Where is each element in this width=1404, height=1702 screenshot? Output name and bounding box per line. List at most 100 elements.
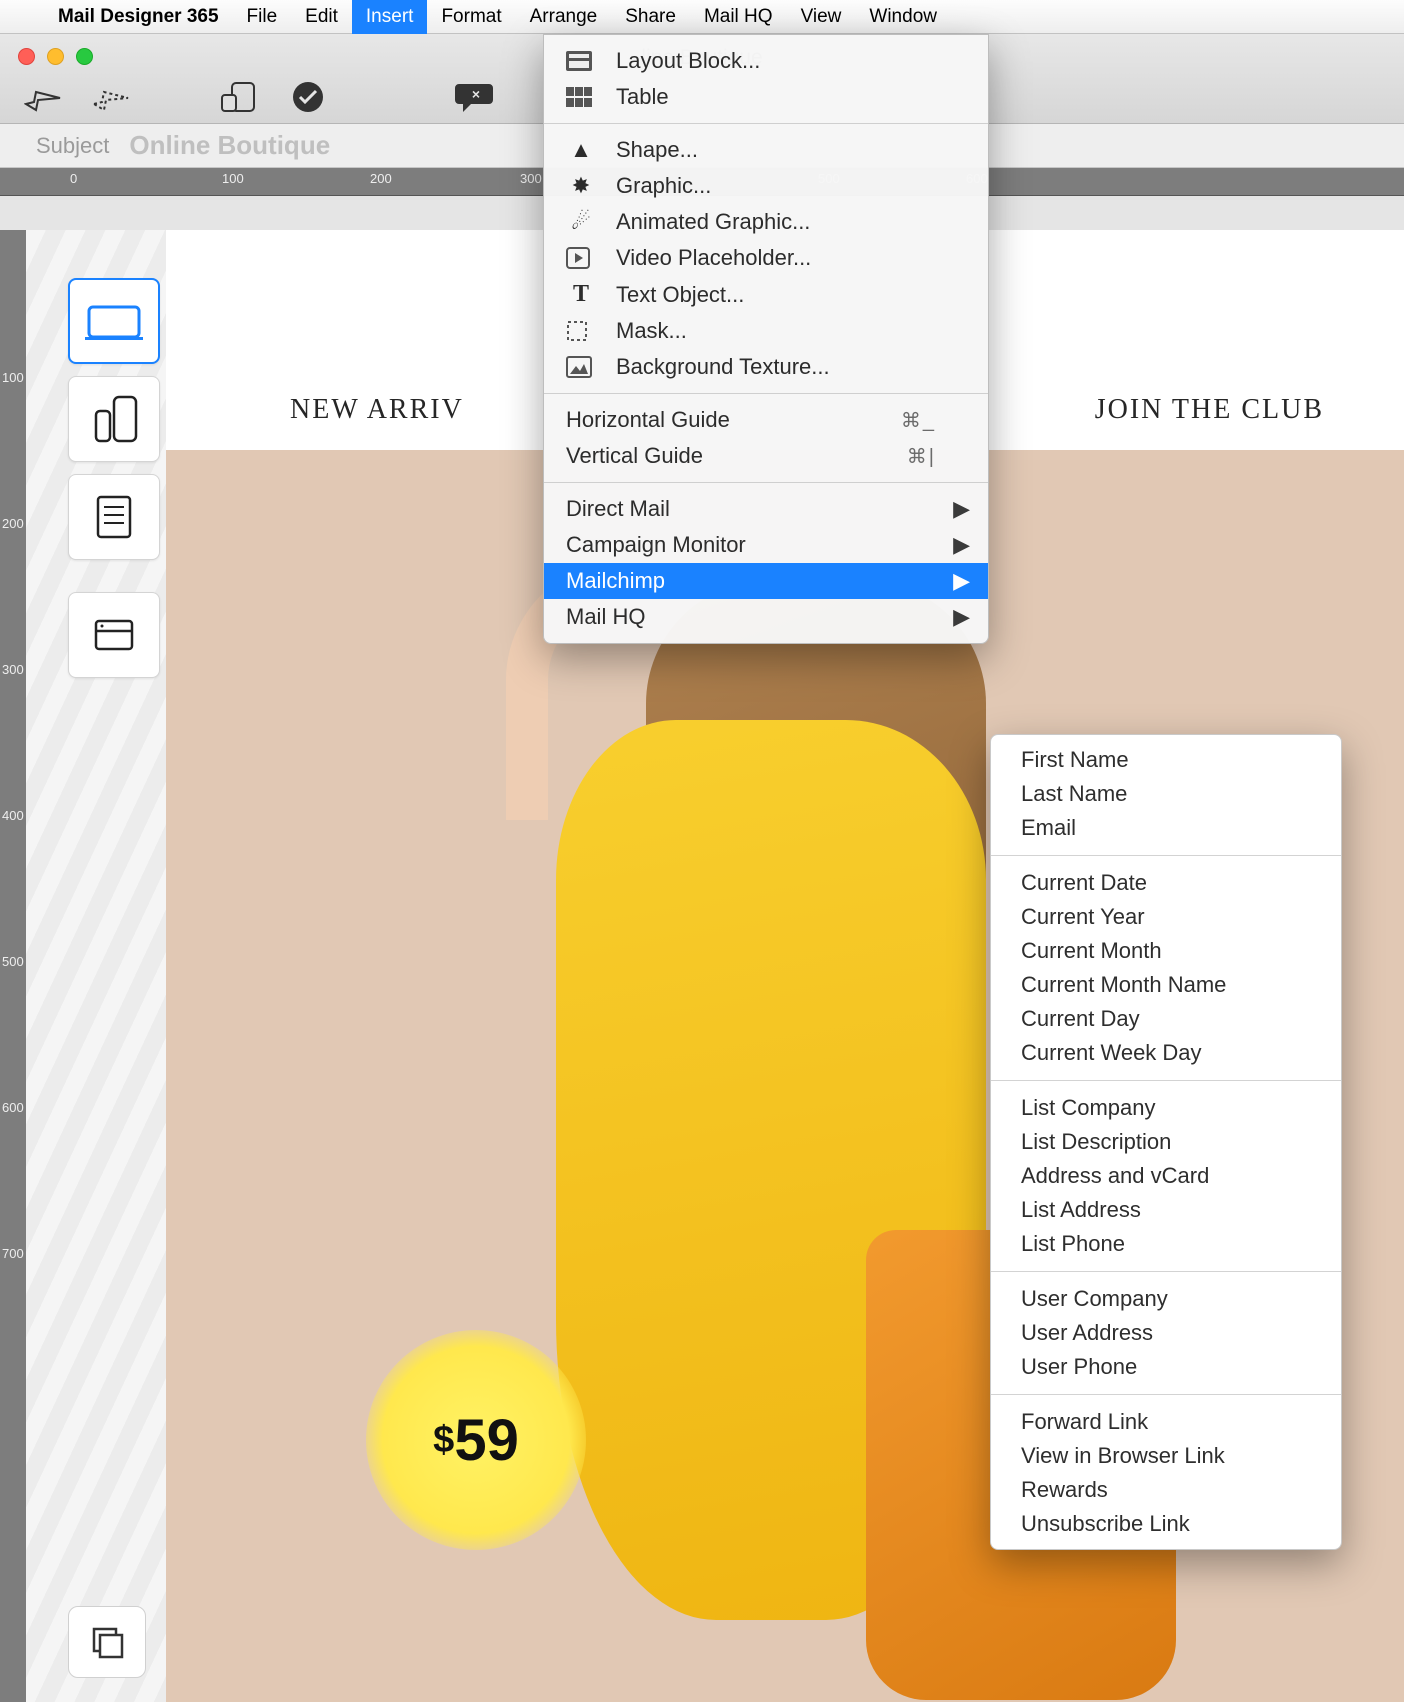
submenu-arrow-icon: ▶ [953, 604, 970, 630]
send-icon[interactable] [22, 77, 66, 117]
vertical-ruler[interactable]: 100 200 300 400 500 600 700 [0, 230, 26, 1702]
submenu-arrow-icon: ▶ [953, 568, 970, 594]
mc-list-phone[interactable]: List Phone [991, 1227, 1341, 1261]
mc-first-name[interactable]: First Name [991, 743, 1341, 777]
close-window-button[interactable] [18, 48, 35, 65]
device-preview-column [68, 278, 160, 678]
menu-format[interactable]: Format [427, 0, 515, 34]
mc-list-address[interactable]: List Address [991, 1193, 1341, 1227]
nav-join-club[interactable]: JOIN THE CLUB [1095, 394, 1324, 426]
mask-icon [566, 320, 596, 342]
menu-share[interactable]: Share [611, 0, 690, 34]
shape-icon: ▲ [566, 137, 596, 163]
menu-insert[interactable]: Insert [352, 0, 428, 34]
table-icon [566, 87, 596, 107]
svg-text:×: × [472, 86, 480, 102]
ruler-tick: 400 [2, 808, 24, 823]
insert-menu-dropdown: Layout Block... Table ▲Shape... ✸Graphic… [543, 34, 989, 644]
mc-user-company[interactable]: User Company [991, 1282, 1341, 1316]
ruler-tick: 100 [2, 370, 24, 385]
insert-horizontal-guide[interactable]: Horizontal Guide⌘_ [544, 402, 988, 438]
mc-current-date[interactable]: Current Date [991, 866, 1341, 900]
menu-file[interactable]: File [233, 0, 292, 34]
mc-forward-link[interactable]: Forward Link [991, 1405, 1341, 1439]
mc-view-browser-link[interactable]: View in Browser Link [991, 1439, 1341, 1473]
mc-current-week-day[interactable]: Current Week Day [991, 1036, 1341, 1070]
ruler-tick: 200 [2, 516, 24, 531]
insert-direct-mail[interactable]: Direct Mail▶ [544, 491, 988, 527]
mc-user-phone[interactable]: User Phone [991, 1350, 1341, 1384]
ruler-tick: 600 [2, 1100, 24, 1115]
insert-background-texture[interactable]: Background Texture... [544, 349, 988, 385]
mc-current-month[interactable]: Current Month [991, 934, 1341, 968]
nav-new-arrivals[interactable]: NEW ARRIV [290, 394, 464, 426]
insert-animated-graphic[interactable]: ☄Animated Graphic... [544, 204, 988, 240]
ruler-tick: 200 [370, 171, 392, 186]
device-desktop-button[interactable] [68, 278, 160, 364]
graphic-icon: ✸ [566, 173, 596, 199]
ruler-tick: 700 [2, 1246, 24, 1261]
chat-remove-icon[interactable]: × [454, 77, 498, 117]
menu-arrange[interactable]: Arrange [516, 0, 612, 34]
mc-current-day[interactable]: Current Day [991, 1002, 1341, 1036]
submenu-arrow-icon: ▶ [953, 496, 970, 522]
mailchimp-submenu: First Name Last Name Email Current Date … [990, 734, 1342, 1550]
menu-view[interactable]: View [787, 0, 856, 34]
price-currency: $ [433, 1419, 454, 1461]
mc-unsubscribe-link[interactable]: Unsubscribe Link [991, 1507, 1341, 1541]
insert-mask[interactable]: Mask... [544, 313, 988, 349]
insert-table[interactable]: Table [544, 79, 988, 115]
menu-mail-hq[interactable]: Mail HQ [690, 0, 787, 34]
insert-text-object[interactable]: TText Object... [544, 276, 988, 313]
app-menu[interactable]: Mail Designer 365 [44, 0, 233, 34]
insert-video-placeholder[interactable]: Video Placeholder... [544, 240, 988, 276]
device-mobile-button[interactable] [68, 376, 160, 462]
price-badge[interactable]: $59 [366, 1330, 586, 1550]
subject-input[interactable]: Online Boutique [129, 130, 330, 161]
mc-list-company[interactable]: List Company [991, 1091, 1341, 1125]
mc-last-name[interactable]: Last Name [991, 777, 1341, 811]
text-icon: T [566, 281, 596, 308]
insert-mailchimp[interactable]: Mailchimp▶ [544, 563, 988, 599]
menu-edit[interactable]: Edit [291, 0, 352, 34]
insert-campaign-monitor[interactable]: Campaign Monitor▶ [544, 527, 988, 563]
mc-email[interactable]: Email [991, 811, 1341, 845]
mc-rewards[interactable]: Rewards [991, 1473, 1341, 1507]
video-icon [566, 247, 596, 269]
background-texture-icon [566, 356, 596, 378]
zoom-window-button[interactable] [76, 48, 93, 65]
ruler-tick: 300 [2, 662, 24, 677]
macos-menubar: Mail Designer 365 File Edit Insert Forma… [0, 0, 1404, 34]
shortcut-label: ⌘_ [901, 408, 936, 433]
ruler-tick: 100 [222, 171, 244, 186]
mc-list-description[interactable]: List Description [991, 1125, 1341, 1159]
price-amount: 59 [454, 1408, 519, 1473]
insert-mail-hq-sub[interactable]: Mail HQ▶ [544, 599, 988, 635]
mc-current-month-name[interactable]: Current Month Name [991, 968, 1341, 1002]
check-icon[interactable] [286, 77, 330, 117]
test-send-icon[interactable] [90, 77, 134, 117]
ruler-tick: 0 [70, 171, 77, 186]
insert-shape[interactable]: ▲Shape... [544, 132, 988, 168]
shortcut-label: ⌘| [907, 444, 936, 469]
insert-layout-block[interactable]: Layout Block... [544, 43, 988, 79]
animated-graphic-icon: ☄ [566, 209, 596, 235]
submenu-arrow-icon: ▶ [953, 532, 970, 558]
ruler-tick: 500 [2, 954, 24, 969]
device-browser-button[interactable] [68, 592, 160, 678]
menu-window[interactable]: Window [855, 0, 951, 34]
mc-address-vcard[interactable]: Address and vCard [991, 1159, 1341, 1193]
layout-block-icon [566, 51, 596, 71]
ruler-tick: 300 [520, 171, 542, 186]
device-text-button[interactable] [68, 474, 160, 560]
minimize-window-button[interactable] [47, 48, 64, 65]
insert-graphic[interactable]: ✸Graphic... [544, 168, 988, 204]
layers-button[interactable] [68, 1606, 146, 1678]
subject-label: Subject [36, 133, 109, 159]
toolbar: × [22, 77, 498, 117]
window-controls [18, 48, 93, 65]
mc-user-address[interactable]: User Address [991, 1316, 1341, 1350]
insert-vertical-guide[interactable]: Vertical Guide⌘| [544, 438, 988, 474]
mc-current-year[interactable]: Current Year [991, 900, 1341, 934]
devices-icon[interactable] [218, 77, 262, 117]
